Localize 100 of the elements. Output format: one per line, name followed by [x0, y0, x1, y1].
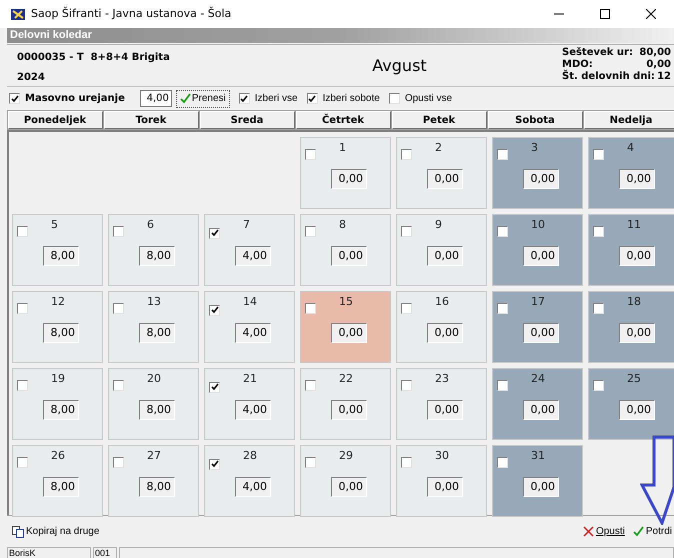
- day-cell[interactable]: 16 0,00: [396, 291, 487, 363]
- checkbox[interactable]: [305, 380, 316, 391]
- hours-field[interactable]: 0,00: [331, 323, 367, 343]
- checkbox[interactable]: [17, 380, 28, 391]
- day-cell[interactable]: 30 0,00: [396, 445, 487, 517]
- checkbox[interactable]: [593, 226, 604, 237]
- hours-field[interactable]: 0,00: [427, 246, 463, 266]
- checkbox[interactable]: [593, 149, 604, 160]
- day-cell[interactable]: 1 0,00: [300, 137, 391, 209]
- checkbox[interactable]: [401, 380, 412, 391]
- confirm-button[interactable]: Potrdi: [632, 524, 672, 539]
- checkbox[interactable]: [17, 226, 28, 237]
- day-cell[interactable]: 23 0,00: [396, 368, 487, 440]
- day-cell[interactable]: 18 0,00: [588, 291, 674, 363]
- day-cell[interactable]: 21 4,00: [204, 368, 295, 440]
- hours-field[interactable]: 0,00: [331, 169, 367, 189]
- hours-field[interactable]: 8,00: [43, 246, 79, 266]
- day-cell[interactable]: 27 8,00: [108, 445, 199, 517]
- day-cell[interactable]: 9 0,00: [396, 214, 487, 286]
- hours-field[interactable]: 0,00: [331, 477, 367, 497]
- hours-field[interactable]: 8,00: [139, 477, 175, 497]
- hours-field[interactable]: 0,00: [523, 400, 559, 420]
- checkbox[interactable]: [497, 380, 508, 391]
- checkbox[interactable]: [238, 93, 250, 104]
- day-cell[interactable]: 10 0,00: [492, 214, 583, 286]
- hours-field[interactable]: 8,00: [139, 323, 175, 343]
- day-cell[interactable]: 2 0,00: [396, 137, 487, 209]
- day-cell[interactable]: 13 8,00: [108, 291, 199, 363]
- day-cell[interactable]: 29 0,00: [300, 445, 391, 517]
- checkbox[interactable]: [17, 303, 28, 314]
- checkbox[interactable]: [209, 458, 220, 470]
- checkbox[interactable]: [17, 457, 28, 468]
- checkbox[interactable]: [113, 226, 124, 237]
- hours-field[interactable]: 4,00: [235, 323, 271, 343]
- day-cell[interactable]: 3 0,00: [492, 137, 583, 209]
- checkbox[interactable]: [113, 303, 124, 314]
- hours-field[interactable]: 4,00: [235, 246, 271, 266]
- checkbox[interactable]: [305, 457, 316, 468]
- day-cell[interactable]: 24 0,00: [492, 368, 583, 440]
- checkbox[interactable]: [593, 380, 604, 391]
- checkbox[interactable]: [305, 303, 316, 314]
- checkbox[interactable]: [113, 380, 124, 391]
- checkbox[interactable]: [497, 457, 508, 468]
- cancel-button[interactable]: Opusti: [582, 524, 625, 539]
- day-cell[interactable]: 4 0,00: [588, 137, 674, 209]
- checkbox[interactable]: [113, 457, 124, 468]
- hours-field[interactable]: 0,00: [427, 323, 463, 343]
- checkbox[interactable]: [9, 93, 20, 104]
- hours-field[interactable]: 0,00: [523, 169, 559, 189]
- day-cell[interactable]: 19 8,00: [12, 368, 103, 440]
- hours-field[interactable]: 8,00: [43, 477, 79, 497]
- checkbox[interactable]: [401, 457, 412, 468]
- hours-field[interactable]: 8,00: [139, 400, 175, 420]
- day-cell[interactable]: 7 4,00: [204, 214, 295, 286]
- day-cell[interactable]: 12 8,00: [12, 291, 103, 363]
- checkbox[interactable]: [593, 303, 604, 314]
- day-cell[interactable]: 5 8,00: [12, 214, 103, 286]
- hours-field[interactable]: 0,00: [427, 477, 463, 497]
- checkbox[interactable]: [209, 304, 220, 316]
- hours-field[interactable]: 0,00: [427, 169, 463, 189]
- day-cell[interactable]: 22 0,00: [300, 368, 391, 440]
- hours-field[interactable]: 0,00: [331, 246, 367, 266]
- hours-field[interactable]: 0,00: [523, 477, 559, 497]
- hours-field[interactable]: 0,00: [523, 246, 559, 266]
- checkbox[interactable]: [497, 226, 508, 237]
- hours-field[interactable]: 0,00: [619, 323, 655, 343]
- checkbox[interactable]: [209, 382, 220, 392]
- checkbox[interactable]: [305, 226, 316, 237]
- day-cell[interactable]: 28 4,00: [204, 445, 295, 517]
- copy-button[interactable]: Kopiraj na druge: [12, 524, 100, 539]
- hours-field[interactable]: 8,00: [139, 246, 175, 266]
- day-cell[interactable]: 14 4,00: [204, 291, 295, 363]
- day-cell[interactable]: 6 8,00: [108, 214, 199, 286]
- checkbox[interactable]: [388, 93, 400, 104]
- checkbox[interactable]: [497, 149, 508, 160]
- hours-field[interactable]: 0,00: [619, 246, 655, 266]
- hours-field[interactable]: 0,00: [427, 400, 463, 420]
- hours-field[interactable]: 0,00: [331, 400, 367, 420]
- day-cell[interactable]: 17 0,00: [492, 291, 583, 363]
- hours-field[interactable]: 0,00: [523, 323, 559, 343]
- hours-input[interactable]: 4,00: [140, 90, 172, 107]
- checkbox[interactable]: [497, 303, 508, 314]
- day-cell[interactable]: 11 0,00: [588, 214, 674, 286]
- checkbox[interactable]: [401, 226, 412, 237]
- hours-field[interactable]: 4,00: [235, 477, 271, 497]
- hours-field[interactable]: 0,00: [619, 400, 655, 420]
- hours-field[interactable]: 8,00: [43, 400, 79, 420]
- day-cell[interactable]: 25 0,00: [588, 368, 674, 440]
- hours-field[interactable]: 8,00: [43, 323, 79, 343]
- checkbox[interactable]: [401, 303, 412, 314]
- day-cell[interactable]: 8 0,00: [300, 214, 391, 286]
- day-cell[interactable]: 31 0,00: [492, 445, 583, 517]
- checkbox[interactable]: [209, 228, 220, 238]
- checkbox[interactable]: [305, 149, 316, 160]
- apply-button[interactable]: Prenesi: [176, 90, 230, 108]
- day-cell[interactable]: 15 0,00: [300, 291, 391, 363]
- day-cell[interactable]: 26 8,00: [12, 445, 103, 517]
- hours-field[interactable]: 0,00: [619, 169, 655, 189]
- day-cell[interactable]: 20 8,00: [108, 368, 199, 440]
- checkbox[interactable]: [401, 149, 412, 160]
